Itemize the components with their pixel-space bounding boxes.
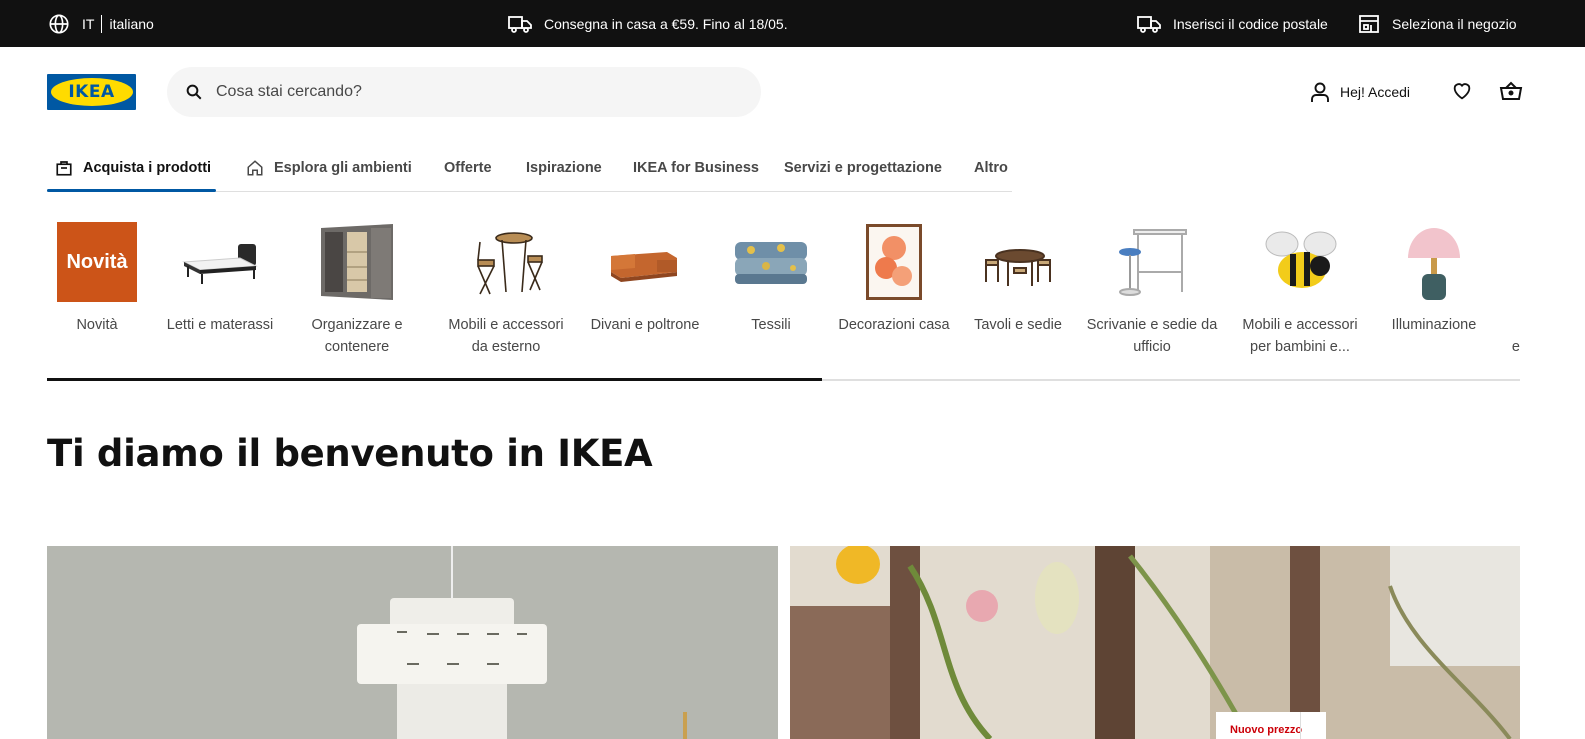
category-label: Letti e materassi xyxy=(166,317,274,333)
category-kids[interactable]: Mobili e accessori per bambini e... xyxy=(1235,222,1365,358)
sofa-icon xyxy=(605,222,685,302)
postal-code-link[interactable]: Inserisci il codice postale xyxy=(1137,12,1328,36)
hero-image-lamp[interactable] xyxy=(47,546,778,739)
tab-label: Acquista i prodotti xyxy=(83,160,212,176)
category-storage[interactable]: Organizzare e contenere xyxy=(297,222,417,358)
favorites-button[interactable] xyxy=(1451,80,1473,107)
tab-explore-rooms[interactable]: Esplora gli ambienti xyxy=(246,145,412,191)
category-decor[interactable]: Decorazioni casa xyxy=(834,222,954,336)
promo-text: Consegna in casa a €59. Fino al 18/05. xyxy=(544,16,788,32)
category-label: Tessili xyxy=(751,317,791,333)
category-beds[interactable]: Letti e materassi xyxy=(160,222,280,336)
tab-label: Altro xyxy=(974,160,1008,176)
ikea-logo[interactable]: IKEA xyxy=(47,74,136,110)
category-next-partial[interactable]: e xyxy=(1494,336,1520,358)
category-label: Divani e poltrone xyxy=(590,317,700,333)
page-title: Ti diamo il benvenuto in IKEA xyxy=(47,432,653,475)
basket-icon xyxy=(1499,81,1523,100)
carousel-scrollbar[interactable] xyxy=(47,378,1520,381)
tab-label: Ispirazione xyxy=(526,160,602,176)
logo-text: IKEA xyxy=(68,82,115,102)
active-tab-indicator xyxy=(47,189,216,192)
bee-toy-icon xyxy=(1260,222,1340,302)
category-label: Organizzare e contenere xyxy=(311,317,403,355)
carousel-scroll-thumb[interactable] xyxy=(47,378,822,381)
search-bar[interactable] xyxy=(167,67,761,117)
tab-offers[interactable]: Offerte xyxy=(444,145,492,191)
table-lamp-icon xyxy=(1394,222,1474,302)
category-label: Novità xyxy=(76,317,118,333)
store-selector[interactable]: Seleziona il negozio xyxy=(1358,12,1517,36)
outdoor-furniture-icon xyxy=(466,222,546,302)
hero-image-terrace[interactable]: Nuovo prezzo xyxy=(790,546,1520,739)
category-lighting[interactable]: Illuminazione xyxy=(1381,222,1487,336)
home-icon xyxy=(247,160,263,176)
top-bar: IT italiano Consegna in casa a €59. Fino… xyxy=(0,0,1585,47)
category-label: Scrivanie e sedie da ufficio xyxy=(1086,317,1218,355)
new-price-badge: Nuovo prezzo xyxy=(1216,712,1326,739)
category-outdoor[interactable]: Mobili e accessori da esterno xyxy=(443,222,569,358)
truck-icon xyxy=(508,16,532,33)
cart-button[interactable] xyxy=(1499,80,1523,107)
store-icon xyxy=(1359,15,1379,33)
category-sofas[interactable]: Divani e poltrone xyxy=(585,222,705,336)
truck-icon xyxy=(1137,16,1161,33)
wardrobe-icon xyxy=(317,222,397,302)
category-label: Mobili e accessori da esterno xyxy=(448,317,564,355)
shopping-bag-icon xyxy=(56,161,72,176)
user-icon xyxy=(1311,82,1329,102)
tab-ikea-business[interactable]: IKEA for Business xyxy=(633,145,759,191)
language-selector[interactable]: IT italiano xyxy=(48,12,154,36)
language-code: IT xyxy=(82,15,103,33)
tab-label: Offerte xyxy=(444,160,492,176)
tab-services[interactable]: Servizi e progettazione xyxy=(784,145,942,191)
category-label: Decorazioni casa xyxy=(838,317,950,333)
account-link[interactable]: Hej! Accedi xyxy=(1310,80,1410,104)
tab-shop-products[interactable]: Acquista i prodotti xyxy=(55,145,211,191)
main-nav: Acquista i prodotti Esplora gli ambienti… xyxy=(47,145,1012,192)
bed-icon xyxy=(180,222,260,302)
category-label: Mobili e accessori per bambini e... xyxy=(1242,317,1358,355)
framed-art-icon xyxy=(854,222,934,302)
postal-code-text: Inserisci il codice postale xyxy=(1173,16,1328,32)
delivery-promo[interactable]: Consegna in casa a €59. Fino al 18/05. xyxy=(508,12,788,36)
bedding-icon xyxy=(731,222,811,302)
dining-set-icon xyxy=(978,222,1058,302)
tab-label: Servizi e progettazione xyxy=(784,160,942,176)
tab-more[interactable]: Altro xyxy=(974,145,1008,191)
globe-icon xyxy=(49,14,69,34)
heart-icon xyxy=(1453,83,1471,100)
novita-tile: Novità xyxy=(57,222,137,302)
category-tables-chairs[interactable]: Tavoli e sedie xyxy=(961,222,1075,336)
category-label: Tavoli e sedie xyxy=(974,317,1062,333)
tab-inspiration[interactable]: Ispirazione xyxy=(526,145,602,191)
desk-icon xyxy=(1112,222,1192,302)
search-icon[interactable] xyxy=(185,83,203,101)
tab-label: Esplora gli ambienti xyxy=(274,160,412,176)
search-input[interactable] xyxy=(216,83,736,101)
tab-label: IKEA for Business xyxy=(633,160,759,176)
category-label: e xyxy=(1511,339,1520,355)
store-text: Seleziona il negozio xyxy=(1392,16,1517,32)
language-name: italiano xyxy=(109,16,154,32)
category-novita[interactable]: Novità Novità xyxy=(47,222,147,336)
category-office[interactable]: Scrivanie e sedie da ufficio xyxy=(1082,222,1222,358)
category-textiles[interactable]: Tessili xyxy=(712,222,830,336)
account-label: Hej! Accedi xyxy=(1340,84,1411,100)
category-label: Illuminazione xyxy=(1391,317,1477,333)
